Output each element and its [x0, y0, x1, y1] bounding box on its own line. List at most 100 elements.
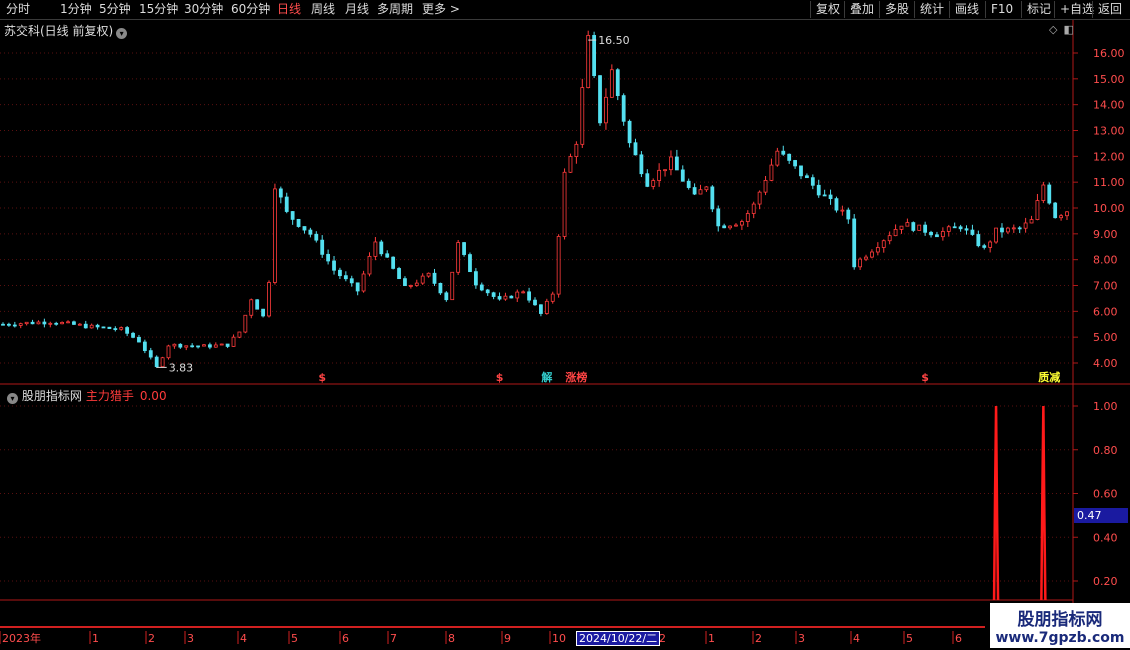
candle-body: [72, 321, 76, 325]
timeline-label: 6: [342, 632, 349, 645]
candle-body: [485, 289, 490, 294]
candle-body: [243, 314, 248, 333]
candle-body: [1005, 227, 1010, 233]
candle-body: [137, 336, 141, 343]
candle-body: [60, 322, 65, 325]
tab-0[interactable]: 分时: [6, 1, 30, 18]
indicator-spike: [992, 405, 1000, 601]
chart-canvas: 16.0015.0014.0013.0012.0011.0010.009.008…: [0, 20, 1130, 645]
indicator-menu-icon[interactable]: ▾: [7, 393, 18, 404]
toolbar-button-0[interactable]: 复权: [810, 1, 840, 18]
timeline-label: 4: [853, 632, 860, 645]
candle-body: [775, 150, 780, 166]
candle-body: [757, 191, 762, 205]
event-marker: 质减: [1038, 370, 1060, 384]
high-label: 16.50: [598, 34, 630, 47]
candle-body: [994, 227, 998, 243]
candle-body: [231, 336, 236, 347]
candle-body: [539, 304, 543, 314]
candle-body: [604, 96, 608, 124]
tab-5[interactable]: 60分钟: [231, 1, 270, 18]
candle-body: [107, 326, 112, 329]
timeline-label: 1: [708, 632, 715, 645]
candle-body: [793, 160, 797, 167]
candle-body: [261, 308, 265, 317]
period-toolbar: 分时 1分钟 5分钟 15分钟 30分钟 60分钟 日线 周线 月线 多周期 更多 > 复权 叠加 多股统…: [0, 0, 1130, 20]
candle-body: [249, 299, 254, 316]
candle-body: [562, 171, 567, 237]
candle-body: [361, 273, 366, 292]
candle-body: [633, 142, 638, 156]
tab-4[interactable]: 30分钟: [184, 1, 223, 18]
candle-body: [917, 224, 922, 231]
candle-body: [651, 180, 656, 187]
candle-body: [444, 292, 449, 301]
timeline-label: 8: [448, 632, 455, 645]
candle-body: [763, 180, 768, 193]
toolbar-button-7[interactable]: +自选: [1054, 1, 1094, 18]
stock-title[interactable]: 苏交科(日线 前复权): [4, 24, 113, 38]
candle-body: [639, 154, 644, 175]
candle-body: [598, 75, 602, 124]
toolbar-button-4[interactable]: 画线: [949, 1, 979, 18]
toolbar-button-8[interactable]: 返回: [1092, 1, 1122, 18]
panel-toggle-icon[interactable]: ◧: [1063, 23, 1073, 36]
indicator-y-tick-label: 1.00: [1093, 400, 1118, 413]
indicator-source[interactable]: 股朋指标网: [22, 389, 82, 403]
candle-body: [1029, 219, 1034, 224]
candle-body: [255, 299, 260, 310]
tab-3[interactable]: 15分钟: [139, 1, 178, 18]
candle-body: [397, 268, 401, 280]
tab-8[interactable]: 月线: [345, 1, 369, 18]
tab-9[interactable]: 多周期: [377, 1, 413, 18]
candle-body: [278, 188, 283, 198]
toolbar-button-6[interactable]: 标记: [1021, 1, 1051, 18]
candle-body: [751, 203, 756, 214]
candle-body: [213, 344, 218, 348]
tab-2[interactable]: 5分钟: [99, 1, 131, 18]
candle-body: [119, 327, 124, 330]
candle-body: [89, 324, 94, 329]
toolbar-button-2[interactable]: 多股: [879, 1, 909, 18]
candle-body: [745, 213, 750, 222]
candle-body: [544, 300, 549, 314]
dropdown-icon[interactable]: ▾: [116, 28, 128, 39]
y-tick-label: 12.00: [1093, 150, 1125, 163]
candle-body: [728, 225, 732, 229]
candle-body: [202, 344, 206, 347]
candle-body: [621, 95, 626, 122]
diamond-icon[interactable]: ◇: [1049, 23, 1057, 36]
candle-body: [379, 241, 384, 255]
candle-body: [1065, 211, 1069, 217]
tab-1[interactable]: 1分钟: [60, 1, 92, 18]
candle-body: [929, 231, 933, 236]
candle-body: [420, 275, 425, 284]
candle-body: [556, 236, 561, 295]
tab-10[interactable]: 更多 >: [422, 1, 460, 18]
tab-6[interactable]: 日线: [277, 1, 301, 18]
candle-body: [686, 180, 691, 188]
candle-body: [858, 258, 863, 268]
toolbar-button-5[interactable]: F10: [985, 1, 1013, 18]
candle-body: [207, 344, 212, 348]
candle-body: [852, 218, 857, 268]
indicator-y-tick-label: 0.80: [1093, 444, 1118, 457]
candle-body: [958, 226, 963, 230]
indicator-value: 0.00: [139, 389, 167, 403]
candle-body: [290, 211, 295, 220]
candle-body: [722, 225, 727, 229]
toolbar-button-1[interactable]: 叠加: [844, 1, 874, 18]
candle-body: [1059, 215, 1063, 219]
indicator-name[interactable]: 主力猎手: [86, 389, 134, 403]
event-marker: 涨榜: [565, 370, 587, 384]
toolbar-button-3[interactable]: 统计: [914, 1, 944, 18]
tab-7[interactable]: 周线: [311, 1, 335, 18]
indicator-spike: [1040, 405, 1047, 601]
candle-body: [332, 260, 336, 271]
candle-body: [769, 164, 774, 181]
candle-body: [42, 321, 47, 325]
candle-body: [674, 156, 679, 171]
candle-body: [148, 350, 153, 358]
indicator-y-tick-label: 0.60: [1093, 488, 1118, 501]
candle-body: [976, 234, 981, 247]
